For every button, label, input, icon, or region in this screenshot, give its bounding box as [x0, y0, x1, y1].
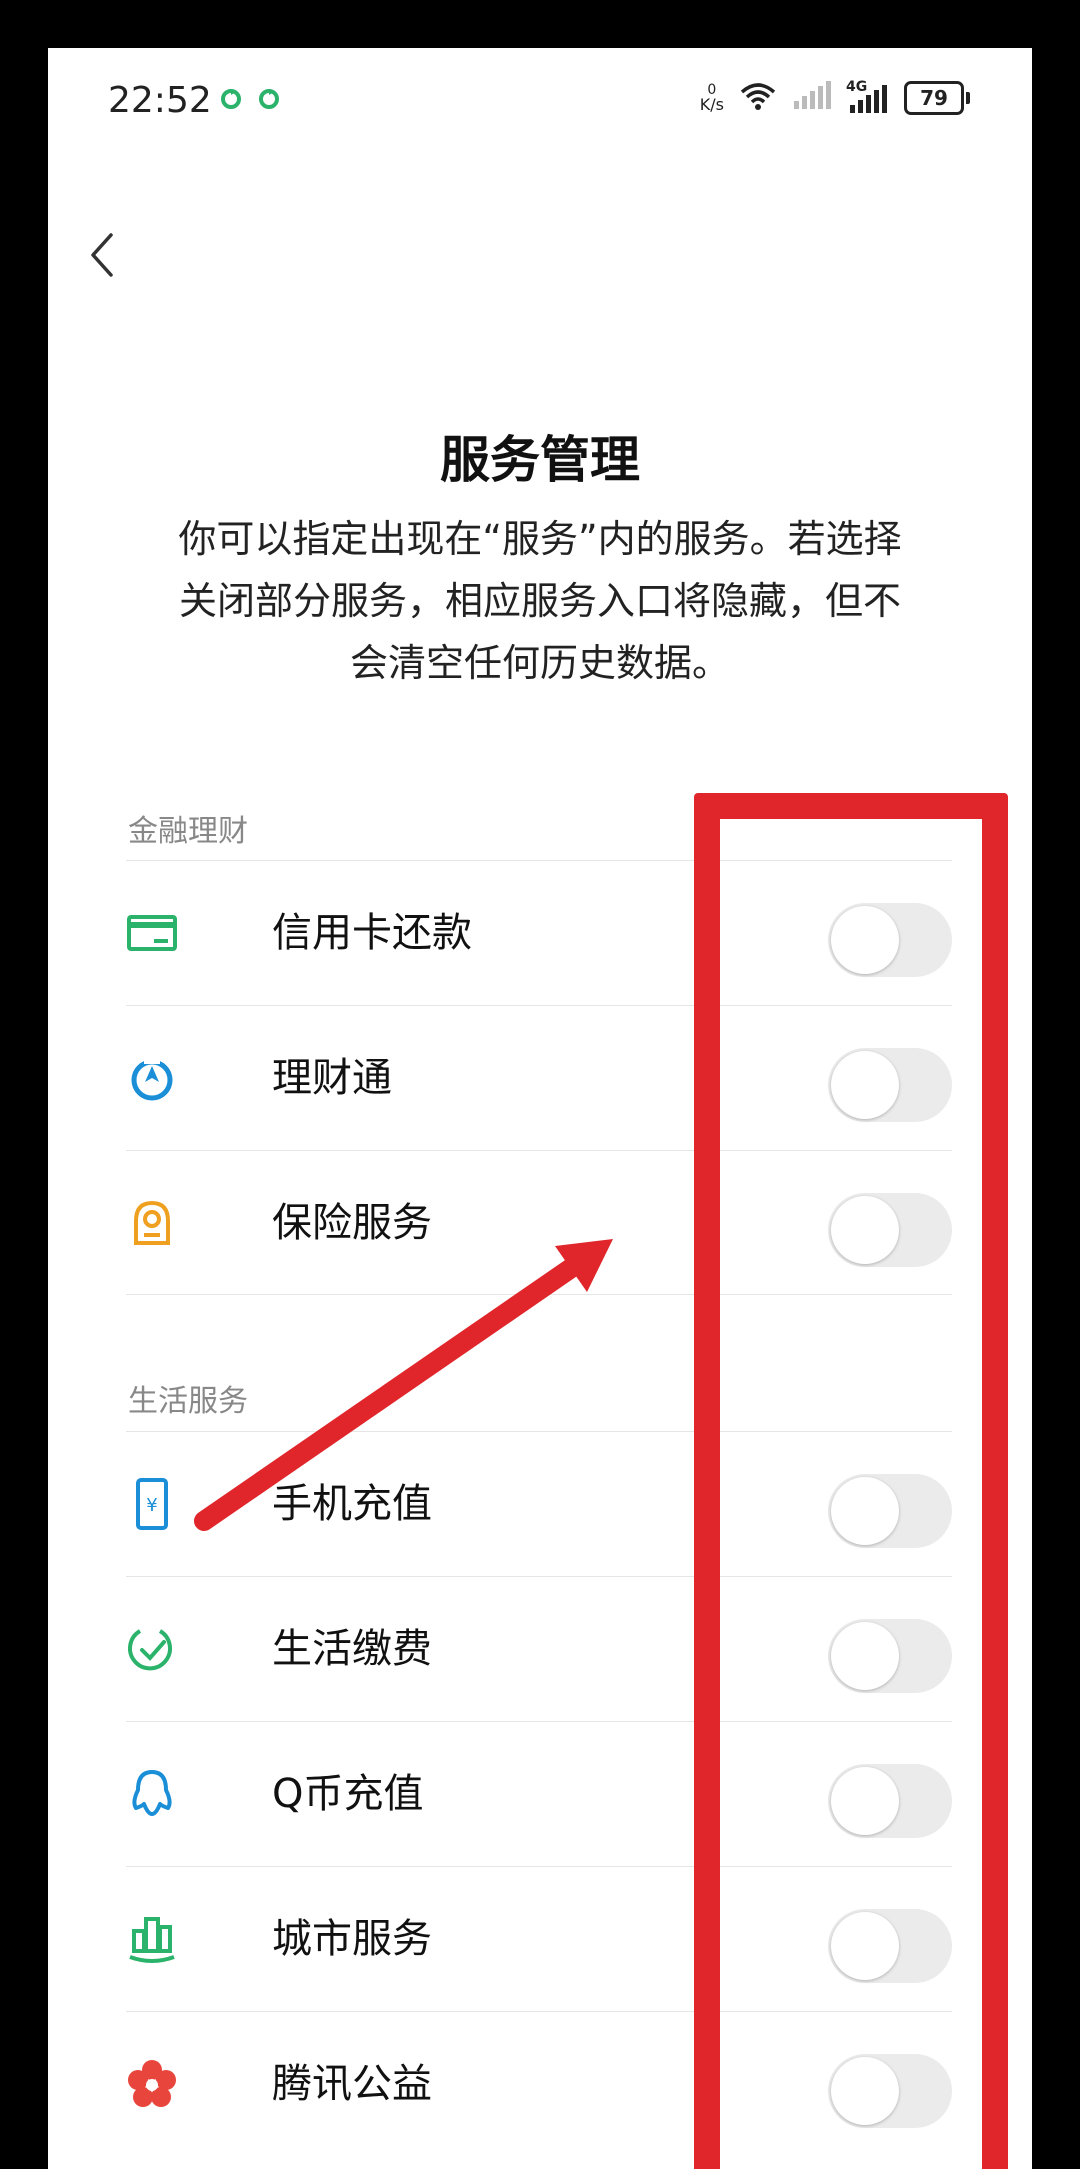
service-row-charity: 腾讯公益 — [126, 2012, 952, 2156]
sync-icon — [218, 86, 244, 118]
toggle-wealth[interactable] — [828, 1048, 952, 1122]
wifi-icon — [738, 80, 778, 116]
toggle-qq-coin[interactable] — [828, 1764, 952, 1838]
service-label: Q币充值 — [272, 1771, 424, 1817]
service-row-qq-coin: Q币充值 — [126, 1722, 952, 1866]
toggle-insurance[interactable] — [828, 1193, 952, 1267]
status-bar: 22:52 0 K/s 4G 79 — [48, 48, 1032, 148]
battery-icon: 79 — [904, 81, 970, 115]
service-row-credit-card: 信用卡还款 — [126, 861, 952, 1005]
sync-icon — [256, 86, 282, 118]
toggle-charity[interactable] — [828, 2054, 952, 2128]
insurance-icon — [126, 1197, 178, 1249]
toggle-bill-payment[interactable] — [828, 1619, 952, 1693]
section-header-finance: 金融理财 — [128, 814, 248, 849]
status-time: 22:52 — [108, 80, 212, 121]
bill-payment-icon — [126, 1623, 178, 1675]
wealth-icon — [126, 1052, 178, 1104]
service-label: 生活缴费 — [272, 1626, 432, 1672]
toggle-credit-card[interactable] — [828, 903, 952, 977]
service-label: 手机充值 — [272, 1481, 432, 1527]
svg-text:¥: ¥ — [146, 1495, 157, 1516]
service-row-city-services: 城市服务 — [126, 1867, 952, 2011]
signal-icon-sim2: 4G — [846, 79, 890, 115]
description-line: 关闭部分服务，相应服务入口将隐藏，但不 — [178, 579, 901, 623]
service-label: 城市服务 — [272, 1916, 432, 1962]
service-row-insurance: 保险服务 — [126, 1151, 952, 1295]
section-header-life: 生活服务 — [128, 1384, 248, 1419]
service-label: 理财通 — [272, 1055, 392, 1101]
status-indicators: 0 K/s 4G 79 — [700, 78, 970, 118]
toggle-phone-topup[interactable] — [828, 1474, 952, 1548]
back-button[interactable] — [72, 220, 132, 290]
signal-icon-sim1 — [792, 81, 832, 115]
city-services-icon — [126, 1913, 178, 1965]
divider — [126, 1294, 952, 1295]
service-row-bill-payment: 生活缴费 — [126, 1577, 952, 1721]
service-label: 保险服务 — [272, 1200, 432, 1246]
description-line: 会清空任何历史数据。 — [349, 641, 730, 685]
service-row-wealth: 理财通 — [126, 1006, 952, 1150]
phone-topup-icon: ¥ — [126, 1478, 178, 1530]
toggle-city-services[interactable] — [828, 1909, 952, 1983]
page-description: 你可以指定出现在“服务”内的服务。若选择 关闭部分服务，相应服务入口将隐藏，但不… — [128, 508, 952, 694]
qq-coin-icon — [126, 1768, 178, 1820]
page-title: 服务管理 — [440, 431, 640, 489]
description-line: 你可以指定出现在“服务”内的服务。若选择 — [178, 517, 902, 561]
net-speed: 0 K/s — [700, 83, 724, 113]
service-row-phone-topup: ¥ 手机充值 — [126, 1432, 952, 1576]
battery-level: 79 — [904, 81, 964, 115]
charity-icon — [126, 2058, 178, 2110]
credit-card-icon — [126, 907, 178, 959]
screen: 22:52 0 K/s 4G 79 服务管理 你可以指定出现在“服务”内的服务。… — [48, 48, 1032, 2169]
service-label: 信用卡还款 — [272, 910, 472, 956]
chevron-left-icon — [91, 233, 113, 277]
service-label: 腾讯公益 — [272, 2061, 432, 2107]
net-speed-unit: K/s — [699, 95, 724, 114]
